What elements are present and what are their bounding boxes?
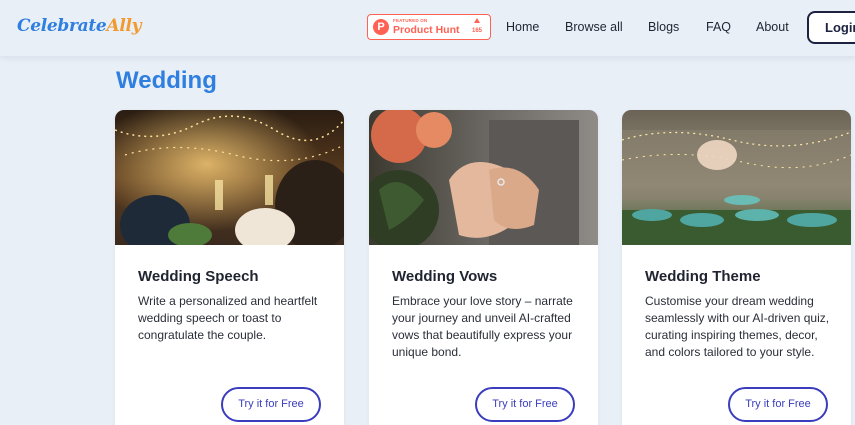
login-button[interactable]: Login <box>807 11 855 44</box>
try-free-button-vows[interactable]: Try it for Free <box>475 387 575 422</box>
nav-browse-all[interactable]: Browse all <box>565 20 623 34</box>
card-title: Wedding Theme <box>645 268 761 285</box>
card-wedding-vows[interactable]: Wedding Vows Embrace your love story – n… <box>369 110 598 425</box>
celebrateally-logo[interactable]: CelebrateAlly <box>17 16 142 36</box>
card-wedding-speech[interactable]: Wedding Speech Write a personalized and … <box>115 110 344 425</box>
card-description: Write a personalized and heartfelt weddi… <box>138 294 318 342</box>
section-title: Wedding <box>116 67 217 94</box>
product-hunt-featured-label: FEATURED ON <box>393 18 428 23</box>
card-wedding-theme[interactable]: Wedding Theme Customise your dream weddi… <box>622 110 851 425</box>
upvote-arrow-icon <box>474 18 480 23</box>
nav-blogs[interactable]: Blogs <box>648 20 679 34</box>
wedding-theme-image <box>622 110 851 245</box>
product-hunt-name: Product Hunt <box>393 24 460 36</box>
card-description: Customise your dream wedding seamlessly … <box>645 294 830 359</box>
try-free-button-theme[interactable]: Try it for Free <box>728 387 828 422</box>
product-hunt-count: 165 <box>471 28 482 34</box>
card-description: Embrace your love story – narrate your j… <box>392 294 573 359</box>
top-header: CelebrateAlly P FEATURED ON Product Hunt… <box>0 0 855 56</box>
nav-faq[interactable]: FAQ <box>706 20 731 34</box>
nav-about[interactable]: About <box>756 20 789 34</box>
product-hunt-icon: P <box>373 19 389 35</box>
try-free-button-speech[interactable]: Try it for Free <box>221 387 321 422</box>
nav-home[interactable]: Home <box>506 20 539 34</box>
product-hunt-badge[interactable]: P FEATURED ON Product Hunt 165 <box>367 14 491 40</box>
card-title: Wedding Vows <box>392 268 498 285</box>
wedding-speech-image <box>115 110 344 245</box>
card-title: Wedding Speech <box>138 268 259 285</box>
wedding-vows-image <box>369 110 598 245</box>
